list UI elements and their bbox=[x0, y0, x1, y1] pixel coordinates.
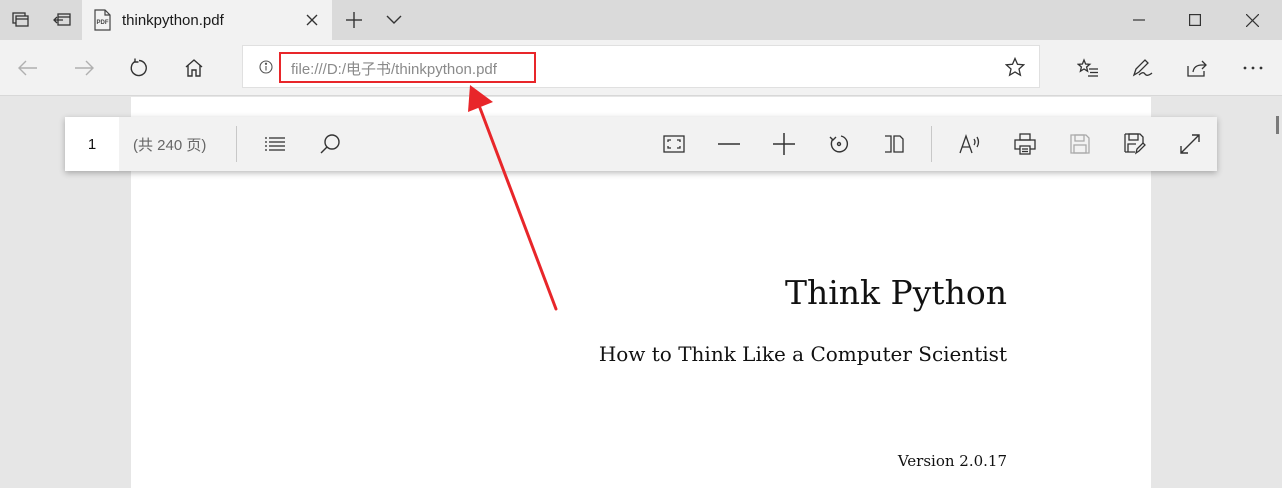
page-view-icon bbox=[883, 134, 905, 154]
save-as-icon bbox=[1124, 133, 1146, 155]
forward-button[interactable] bbox=[64, 48, 104, 88]
favorites-button[interactable] bbox=[1068, 48, 1108, 88]
refresh-icon bbox=[129, 58, 149, 78]
pen-icon bbox=[1131, 58, 1153, 78]
tab-title: thinkpython.pdf bbox=[122, 11, 224, 29]
document-version: Version 2.0.17 bbox=[897, 452, 1007, 470]
notes-button[interactable] bbox=[1122, 48, 1162, 88]
fit-page-button[interactable] bbox=[654, 124, 694, 164]
tab-list-icon bbox=[10, 10, 30, 30]
tab-preview-toggle[interactable] bbox=[374, 0, 414, 40]
list-icon bbox=[264, 136, 286, 152]
zoom-in-button[interactable] bbox=[764, 124, 804, 164]
close-icon bbox=[1245, 13, 1259, 27]
minus-icon bbox=[718, 143, 740, 145]
save-icon bbox=[1070, 134, 1090, 154]
window-close-button[interactable] bbox=[1224, 0, 1280, 40]
print-icon bbox=[1014, 133, 1036, 155]
star-icon bbox=[1005, 57, 1025, 77]
favorite-button[interactable] bbox=[1005, 57, 1025, 77]
minimize-icon bbox=[1133, 19, 1145, 21]
table-of-contents-button[interactable] bbox=[255, 124, 295, 164]
home-icon bbox=[184, 58, 204, 78]
address-bar[interactable]: file:///D:/电子书/thinkpython.pdf bbox=[242, 45, 1040, 88]
read-aloud-icon bbox=[958, 133, 982, 155]
share-icon bbox=[1186, 58, 1208, 78]
search-button[interactable] bbox=[310, 124, 350, 164]
url-highlight-box bbox=[279, 52, 536, 83]
maximize-icon bbox=[1189, 14, 1201, 26]
back-button[interactable] bbox=[8, 48, 48, 88]
page-total-label: (共 240 页) bbox=[133, 137, 207, 154]
tab-list-button[interactable] bbox=[0, 0, 40, 40]
fullscreen-button[interactable] bbox=[1170, 124, 1210, 164]
page-number-input[interactable]: 1 bbox=[65, 117, 119, 171]
maximize-button[interactable] bbox=[1167, 0, 1223, 40]
home-button[interactable] bbox=[174, 48, 214, 88]
close-icon bbox=[305, 13, 319, 27]
toolbar-divider bbox=[931, 126, 932, 162]
print-button[interactable] bbox=[1005, 124, 1045, 164]
title-bar: PDF thinkpython.pdf bbox=[0, 0, 1282, 40]
minimize-button[interactable] bbox=[1111, 0, 1167, 40]
zoom-out-button[interactable] bbox=[709, 124, 749, 164]
back-arrow-icon bbox=[18, 60, 38, 76]
pdf-file-icon: PDF bbox=[92, 9, 112, 31]
document-title: Think Python bbox=[784, 273, 1007, 312]
info-icon[interactable] bbox=[259, 60, 273, 74]
more-button[interactable] bbox=[1233, 48, 1273, 88]
fit-page-icon bbox=[663, 135, 685, 153]
new-tab-button[interactable] bbox=[334, 0, 374, 40]
document-subtitle: How to Think Like a Computer Scientist bbox=[598, 342, 1007, 366]
tabs-aside-button[interactable] bbox=[42, 0, 82, 40]
navigation-bar: file:///D:/电子书/thinkpython.pdf bbox=[0, 40, 1282, 96]
search-icon bbox=[319, 133, 341, 155]
svg-text:PDF: PDF bbox=[97, 20, 109, 26]
refresh-button[interactable] bbox=[119, 48, 159, 88]
favorites-list-icon bbox=[1077, 58, 1099, 78]
more-icon bbox=[1243, 66, 1263, 70]
vertical-scrollbar[interactable] bbox=[1265, 97, 1282, 488]
toolbar-divider bbox=[236, 126, 237, 162]
plus-icon bbox=[345, 11, 363, 29]
chevron-down-icon bbox=[386, 15, 402, 25]
pdf-toolbar: 1 (共 240 页) bbox=[65, 117, 1217, 171]
save-as-button[interactable] bbox=[1115, 124, 1155, 164]
scrollbar-thumb[interactable] bbox=[1276, 116, 1279, 134]
tab-thinkpython[interactable]: PDF thinkpython.pdf bbox=[82, 0, 332, 40]
rotate-icon bbox=[828, 133, 850, 155]
share-button[interactable] bbox=[1177, 48, 1217, 88]
fullscreen-icon bbox=[1179, 133, 1201, 155]
forward-arrow-icon bbox=[74, 60, 94, 76]
page-view-button[interactable] bbox=[874, 124, 914, 164]
save-button[interactable] bbox=[1060, 124, 1100, 164]
tabs-aside-icon bbox=[52, 10, 72, 30]
rotate-button[interactable] bbox=[819, 124, 859, 164]
tab-close-button[interactable] bbox=[302, 10, 322, 30]
read-aloud-button[interactable] bbox=[950, 124, 990, 164]
plus-icon bbox=[773, 133, 795, 155]
